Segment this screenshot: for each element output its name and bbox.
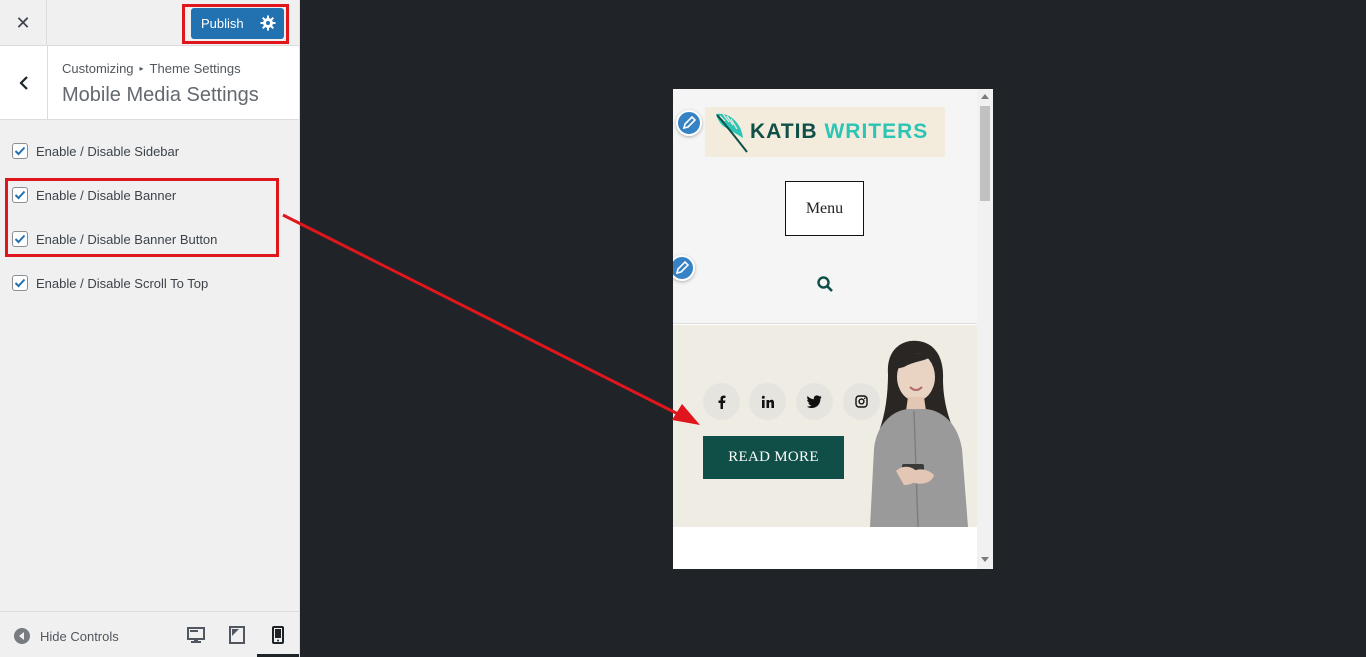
mobile-preview-frame: KATIB WRITERS Menu READ MORE [673,89,993,569]
option-label: Enable / Disable Sidebar [36,143,180,159]
edit-menu-pencil-icon[interactable] [673,255,695,281]
banner-woman-image [870,340,968,527]
publish-highlight-box [182,4,289,44]
site-logo[interactable]: KATIB WRITERS [705,107,945,157]
banner-button-checkbox[interactable] [12,231,28,247]
preview-scrollbar[interactable] [977,89,993,569]
section-header: Customizing ▸ Theme Settings Mobile Media … [0,46,299,120]
checkmark-icon [14,190,26,200]
customizer-sidebar: ✕ Publish Customizing ▸ Theme Settings M… [0,0,300,657]
scroll-down-arrow-icon[interactable] [981,557,989,562]
customizer-topbar: ✕ Publish [0,0,299,46]
scroll-to-top-checkbox[interactable] [12,275,28,291]
option-banner[interactable]: Enable / Disable Banner [12,186,176,204]
checkmark-icon [14,278,26,288]
close-customizer-button[interactable]: ✕ [0,0,47,46]
scroll-thumb[interactable] [980,106,990,201]
edit-logo-pencil-icon[interactable] [676,110,702,136]
logo-word-writers: WRITERS [824,120,929,143]
linkedin-icon[interactable] [749,383,786,420]
checkmark-icon [14,234,26,244]
logo-word-katib: KATIB [750,120,818,143]
menu-button[interactable]: Menu [785,181,864,236]
chevron-left-icon [18,75,28,90]
hide-controls-button[interactable]: Hide Controls [14,628,119,644]
desktop-icon[interactable] [186,625,206,645]
collapse-arrow-icon [14,628,30,644]
site-header: KATIB WRITERS Menu [673,89,977,324]
tablet-icon[interactable] [227,625,247,645]
section-title: Mobile Media Settings [62,84,259,106]
option-label: Enable / Disable Banner Button [36,231,218,247]
back-button[interactable] [0,46,48,119]
hero-banner: READ MORE [673,325,977,527]
option-scroll-to-top[interactable]: Enable / Disable Scroll To Top [12,274,208,292]
breadcrumb-current: Theme Settings [149,61,241,76]
facebook-icon[interactable] [703,383,740,420]
hide-controls-label: Hide Controls [40,628,119,644]
read-more-button[interactable]: READ MORE [703,436,844,479]
breadcrumb: Customizing ▸ Theme Settings [62,61,241,76]
search-icon[interactable] [816,275,834,293]
breadcrumb-root: Customizing [62,61,134,76]
option-sidebar[interactable]: Enable / Disable Sidebar [12,142,179,160]
option-banner-button[interactable]: Enable / Disable Banner Button [12,230,217,248]
option-label: Enable / Disable Scroll To Top [36,275,209,291]
scroll-up-arrow-icon[interactable] [981,94,989,99]
option-label: Enable / Disable Banner [36,187,177,203]
checkmark-icon [14,146,26,156]
breadcrumb-separator-icon: ▸ [139,64,144,73]
banner-checkbox[interactable] [12,187,28,203]
twitter-icon[interactable] [796,383,833,420]
feather-logo-icon [716,113,748,153]
customizer-footer: Hide Controls [0,611,299,657]
sidebar-checkbox[interactable] [12,143,28,159]
logo-text: KATIB WRITERS [750,120,928,144]
mobile-icon[interactable] [268,625,288,645]
